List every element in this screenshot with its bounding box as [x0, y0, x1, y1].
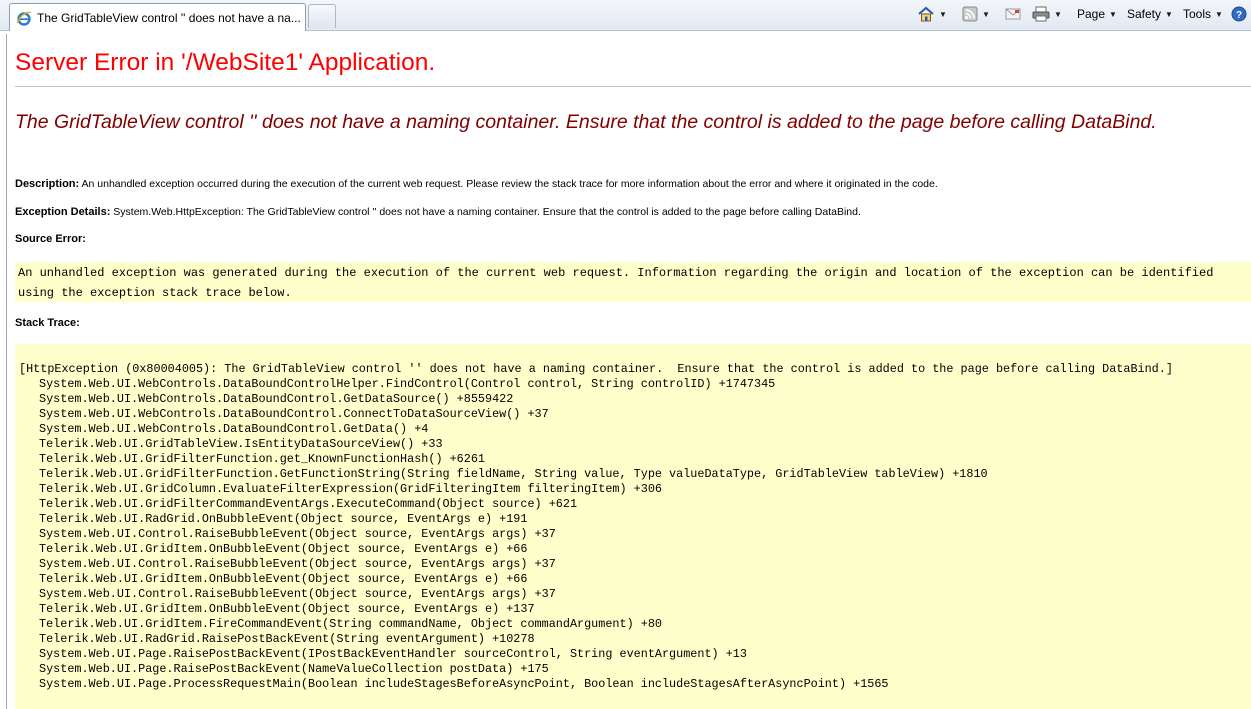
chevron-down-icon: ▼: [1109, 9, 1117, 19]
exception-details-line: Exception Details: System.Web.HttpExcept…: [15, 206, 861, 218]
error-message: The GridTableView control '' does not ha…: [15, 111, 1157, 133]
stack-trace-line: Telerik.Web.UI.GridFilterFunction.GetFun…: [39, 467, 988, 481]
stack-trace-label: Stack Trace:: [15, 317, 80, 329]
stack-trace-line: Telerik.Web.UI.GridItem.OnBubbleEvent(Ob…: [39, 572, 528, 586]
source-error-label: Source Error:: [15, 233, 86, 245]
stack-trace-line: System.Web.UI.Control.RaiseBubbleEvent(O…: [39, 557, 556, 571]
stack-trace-line: Telerik.Web.UI.GridFilterCommandEventArg…: [39, 497, 578, 511]
tab-title: The GridTableView control '' does not ha…: [37, 10, 301, 25]
print-button[interactable]: ▼: [1032, 4, 1062, 24]
new-tab-button[interactable]: [308, 4, 336, 28]
safety-menu-label: Safety: [1127, 7, 1162, 21]
stack-trace-line: Telerik.Web.UI.GridItem.FireCommandEvent…: [39, 617, 662, 631]
stack-trace-line: System.Web.UI.Page.RaisePostBackEvent(IP…: [39, 647, 747, 661]
stack-trace-list: System.Web.UI.WebControls.DataBoundContr…: [19, 377, 1251, 692]
stack-trace-header: [HttpException (0x80004005): The GridTab…: [19, 362, 1173, 376]
tools-menu[interactable]: Tools ▼: [1183, 4, 1223, 24]
stack-trace-line: Telerik.Web.UI.GridItem.OnBubbleEvent(Ob…: [39, 602, 535, 616]
description-label: Description:: [15, 178, 80, 190]
stack-trace-line: System.Web.UI.Page.RaisePostBackEvent(Na…: [39, 662, 549, 676]
chevron-down-icon: ▼: [1165, 9, 1173, 19]
description-text: An unhandled exception occurred during t…: [81, 178, 938, 190]
stack-trace-line: Telerik.Web.UI.RadGrid.OnBubbleEvent(Obj…: [39, 512, 528, 526]
stack-trace-line: Telerik.Web.UI.GridFilterFunction.get_Kn…: [39, 452, 485, 466]
safety-menu[interactable]: Safety ▼: [1127, 4, 1173, 24]
stack-trace-line: System.Web.UI.Page.ProcessRequestMain(Bo…: [39, 677, 889, 691]
page-menu[interactable]: Page ▼: [1077, 4, 1117, 24]
stack-trace-line: Telerik.Web.UI.GridItem.OnBubbleEvent(Ob…: [39, 542, 528, 556]
mail-icon: [1005, 8, 1021, 20]
source-error-box: An unhandled exception was generated dur…: [15, 262, 1251, 302]
stack-trace-line: System.Web.UI.Control.RaiseBubbleEvent(O…: [39, 527, 556, 541]
chevron-down-icon[interactable]: ▼: [982, 10, 990, 19]
chevron-down-icon[interactable]: ▼: [1054, 10, 1062, 19]
home-icon: [918, 6, 934, 22]
tools-menu-label: Tools: [1183, 7, 1212, 21]
chevron-down-icon[interactable]: ▼: [939, 10, 947, 19]
home-button[interactable]: ▼: [917, 4, 947, 24]
page-title: Server Error in '/WebSite1' Application.: [15, 49, 436, 76]
svg-text:?: ?: [1236, 10, 1242, 21]
help-button[interactable]: ?: [1231, 4, 1247, 24]
browser-toolbar: The GridTableView control '' does not ha…: [0, 0, 1251, 31]
title-divider: [15, 86, 1251, 87]
source-error-text: An unhandled exception was generated dur…: [18, 266, 1214, 300]
exception-details-label: Exception Details:: [15, 206, 111, 218]
stack-trace-line: System.Web.UI.WebControls.DataBoundContr…: [39, 377, 776, 391]
stack-trace-line: Telerik.Web.UI.GridColumn.EvaluateFilter…: [39, 482, 662, 496]
print-icon: [1032, 6, 1050, 22]
exception-details-text: System.Web.HttpException: The GridTableV…: [113, 206, 861, 218]
stack-trace-line: Telerik.Web.UI.GridTableView.IsEntityDat…: [39, 437, 443, 451]
description-line: Description: An unhandled exception occu…: [15, 178, 938, 190]
stack-trace-box: [HttpException (0x80004005): The GridTab…: [15, 344, 1251, 709]
feeds-icon: [962, 6, 978, 22]
stack-trace-line: Telerik.Web.UI.RadGrid.RaisePostBackEven…: [39, 632, 535, 646]
read-mail-button[interactable]: [1005, 4, 1021, 24]
stack-trace-line: System.Web.UI.WebControls.DataBoundContr…: [39, 407, 549, 421]
stack-trace-line: System.Web.UI.WebControls.DataBoundContr…: [39, 422, 429, 436]
chevron-down-icon: ▼: [1215, 9, 1223, 19]
help-icon: ?: [1231, 6, 1247, 22]
page-menu-label: Page: [1077, 7, 1106, 21]
ie-favicon-icon: [16, 11, 32, 26]
stack-trace-line: System.Web.UI.Control.RaiseBubbleEvent(O…: [39, 587, 556, 601]
stack-trace-line: System.Web.UI.WebControls.DataBoundContr…: [39, 392, 514, 406]
browser-tab[interactable]: The GridTableView control '' does not ha…: [9, 3, 306, 31]
feeds-button[interactable]: ▼: [962, 4, 990, 24]
